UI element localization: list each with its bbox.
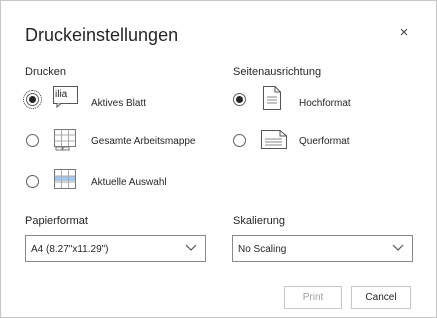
dialog-title: Druckeinstellungen — [25, 25, 179, 45]
paper-format-value: A4 (8.27"x11.29") — [31, 244, 109, 255]
scaling-value: No Scaling — [238, 244, 287, 255]
close-icon[interactable]: × — [394, 23, 414, 43]
workbook-icon — [54, 129, 78, 156]
paper-format-label: Papierformat — [25, 215, 88, 227]
radio-active-sheet[interactable] — [23, 90, 42, 109]
scaling-label: Skalierung — [233, 215, 285, 227]
radio-current-selection[interactable] — [26, 175, 39, 188]
print-button[interactable]: Print — [284, 286, 342, 309]
orientation-section-label: Seitenausrichtung — [233, 66, 322, 78]
print-section-label: Drucken — [25, 66, 66, 78]
option-label-landscape[interactable]: Querformat — [299, 136, 350, 147]
active-sheet-icon: ilia — [53, 86, 81, 113]
radio-portrait[interactable] — [233, 93, 246, 106]
paper-format-select[interactable]: A4 (8.27"x11.29") — [25, 235, 206, 262]
option-label-entire-workbook[interactable]: Gesamte Arbeitsmappe — [91, 136, 196, 147]
portrait-page-icon — [263, 86, 283, 115]
selection-grid-icon — [54, 169, 78, 196]
cancel-button[interactable]: Cancel — [351, 286, 411, 309]
chevron-down-icon — [185, 244, 197, 255]
print-settings-dialog: Druckeinstellungen × Drucken ilia Aktive… — [0, 0, 437, 318]
radio-landscape[interactable] — [233, 134, 246, 147]
radio-entire-workbook[interactable] — [26, 134, 39, 147]
option-label-current-selection[interactable]: Aktuelle Auswahl — [91, 177, 167, 188]
active-sheet-icon-text: ilia — [55, 89, 68, 100]
scaling-select[interactable]: No Scaling — [232, 235, 413, 262]
landscape-page-icon — [261, 130, 287, 154]
chevron-down-icon — [392, 244, 404, 255]
option-label-portrait[interactable]: Hochformat — [299, 98, 351, 109]
option-label-active-sheet[interactable]: Aktives Blatt — [91, 98, 146, 109]
